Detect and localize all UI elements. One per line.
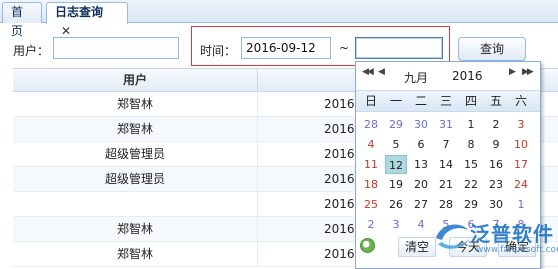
tab-log-query-label: 日志查询 [55,5,104,19]
calendar-day[interactable]: 2 [360,215,382,234]
user-input[interactable] [53,37,179,59]
calendar-day[interactable]: 3 [385,215,407,234]
calendar-day[interactable]: 1 [460,115,482,134]
year-selector[interactable]: 2016 [452,69,483,83]
calendar-day[interactable]: 5 [385,135,407,154]
clock-icon[interactable] [360,238,375,253]
calendar-day[interactable]: 6 [410,135,432,154]
weekday-header: 日 一 二 三 四 五 六 [356,90,540,112]
query-button-label: 查询 [479,42,504,56]
weekday-label: 六 [514,94,527,108]
tab-log-query[interactable]: 日志查询✕ [46,2,128,38]
calendar-day[interactable]: 8 [460,135,482,154]
calendar-day[interactable]: 21 [435,175,457,194]
watermark-url: www.fanpusoft.com [476,245,558,255]
calendar-day[interactable]: 12 [385,155,407,174]
calendar-day[interactable]: 19 [385,175,407,194]
start-date-input[interactable] [241,37,331,59]
calendar-day[interactable]: 28 [360,115,382,134]
cell-user [13,192,258,216]
tab-home-label: 首页 [11,5,24,38]
calendar-day[interactable]: 24 [510,175,532,194]
calendar-day[interactable]: 11 [360,155,382,174]
weekday-label: 四 [464,94,477,108]
calendar-day[interactable]: 29 [385,115,407,134]
time-label: 时间： [200,44,237,58]
prev-year-icon[interactable]: ◀◀ [362,67,374,77]
weekday-label: 一 [389,94,402,108]
calendar-day[interactable]: 27 [410,195,432,214]
weekday-label: 五 [489,94,502,108]
calendar-day[interactable]: 9 [485,135,507,154]
calendar-day[interactable]: 7 [435,135,457,154]
calendar-day[interactable]: 29 [460,195,482,214]
cell-user: 超级管理员 [13,142,258,166]
range-separator: ~ [339,41,350,55]
calendar-day[interactable]: 26 [385,195,407,214]
calendar-day[interactable]: 14 [435,155,457,174]
watermark-logo: 泛普软件 www.fanpusoft.com [430,216,558,269]
calendar-day[interactable]: 4 [360,135,382,154]
calendar-day[interactable]: 18 [360,175,382,194]
calendar-day[interactable]: 30 [410,115,432,134]
brand-logo-icon [436,224,470,249]
calendar-day[interactable]: 16 [485,155,507,174]
calendar-day[interactable]: 2 [485,115,507,134]
calendar-day[interactable]: 25 [360,195,382,214]
weekday-label: 日 [364,94,377,108]
calendar-day[interactable]: 10 [510,135,532,154]
tab-bar: 首页 日志查询✕ [0,0,558,38]
calendar-day[interactable]: 31 [435,115,457,134]
calendar-day[interactable]: 4 [410,215,432,234]
next-year-icon[interactable]: ▶▶ [522,67,534,77]
user-label: 用户： [13,44,50,58]
calendar-day[interactable]: 23 [485,175,507,194]
calendar-day[interactable]: 3 [510,115,532,134]
calendar-day[interactable]: 20 [410,175,432,194]
end-date-input[interactable] [355,37,443,59]
watermark-brand: 泛普软件 [470,222,554,246]
column-header-user[interactable]: 用户 [13,69,258,92]
weekday-label: 二 [414,94,427,108]
weekday-label: 三 [439,94,452,108]
calendar-day[interactable]: 17 [510,155,532,174]
cell-user: 郑智林 [13,242,258,266]
cell-user: 郑智林 [13,217,258,241]
clear-button-label: 清空 [404,240,429,254]
month-selector[interactable]: 九月 [404,69,428,86]
prev-month-icon[interactable]: ◀ [378,67,385,77]
next-month-icon[interactable]: ▶ [509,67,516,77]
calendar-day[interactable]: 30 [485,195,507,214]
cell-user: 郑智林 [13,92,258,116]
date-picker-header: ◀◀ ◀ 九月 2016 ▶ ▶▶ [356,62,540,88]
tab-home[interactable]: 首页 [2,2,42,38]
query-button[interactable]: 查询 [458,37,526,61]
cell-user: 郑智林 [13,117,258,141]
calendar-day[interactable]: 28 [435,195,457,214]
calendar-day[interactable]: 1 [510,195,532,214]
calendar-day[interactable]: 22 [460,175,482,194]
calendar-day[interactable]: 13 [410,155,432,174]
calendar-day[interactable]: 15 [460,155,482,174]
cell-user: 超级管理员 [13,167,258,191]
